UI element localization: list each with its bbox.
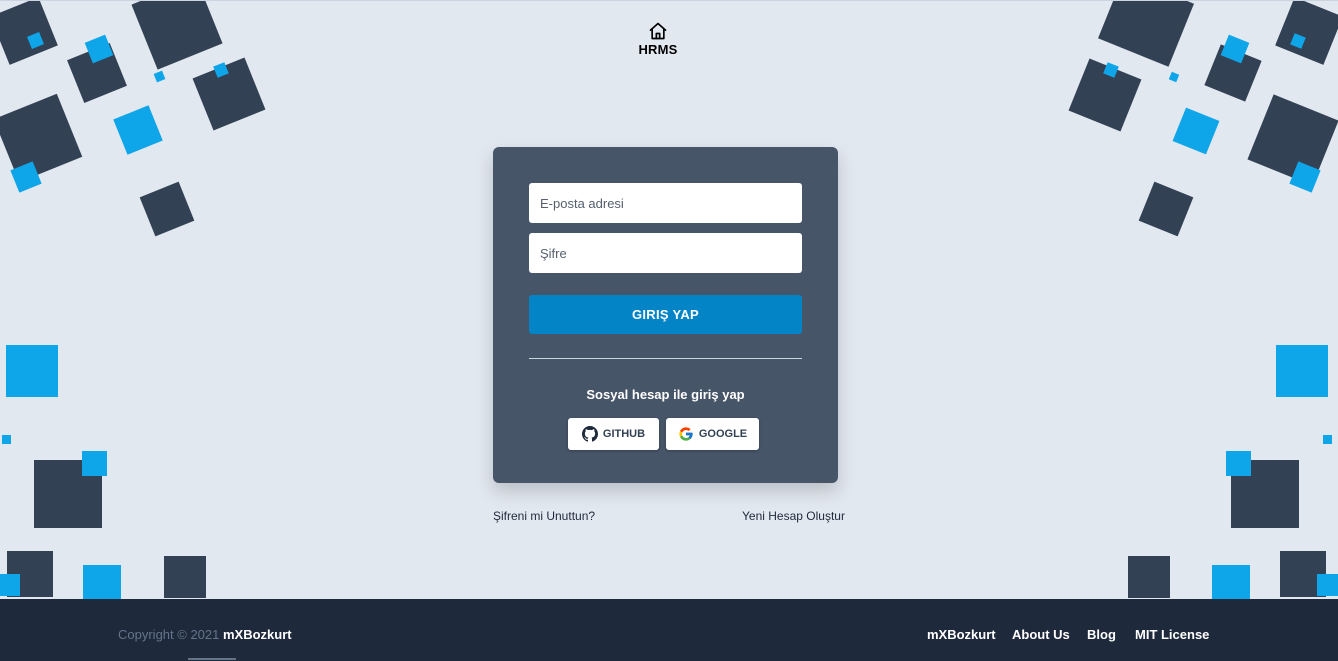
decor-square — [84, 34, 114, 64]
decor-square — [153, 70, 166, 83]
decor-square — [2, 435, 11, 444]
login-page: HRMS GIRIŞ YAP Sosyal hesap ile giriş ya… — [0, 0, 1338, 599]
brand-header[interactable]: HRMS — [619, 21, 697, 57]
password-input[interactable] — [529, 233, 802, 273]
footer-underline — [188, 658, 236, 660]
copyright-owner-link[interactable]: mXBozkurt — [223, 627, 292, 642]
footer: Copyright © 2021 mXBozkurt mXBozkurt Abo… — [0, 599, 1338, 661]
decor-square — [7, 551, 53, 597]
app-name: HRMS — [638, 42, 678, 57]
decor-square — [1247, 94, 1338, 186]
decor-square — [1128, 556, 1170, 598]
footer-link-about-us[interactable]: About Us — [1012, 627, 1070, 642]
decor-square — [192, 57, 266, 131]
decor-square — [67, 43, 127, 103]
decor-square — [1168, 71, 1180, 83]
decor-square — [1103, 62, 1119, 78]
decor-square — [1317, 574, 1338, 596]
decor-square — [83, 565, 121, 599]
decor-square — [1275, 1, 1338, 65]
decor-square — [1226, 451, 1251, 476]
decor-square — [1289, 161, 1321, 193]
decor-square — [1290, 33, 1306, 49]
divider — [529, 358, 802, 359]
decor-square — [1220, 34, 1250, 64]
footer-link-mit-license[interactable]: MIT License — [1135, 627, 1209, 642]
decor-square — [0, 1, 58, 65]
decor-square — [1212, 565, 1250, 599]
email-input[interactable] — [529, 183, 802, 223]
footer-link-mxbozkurt[interactable]: mXBozkurt — [927, 627, 996, 642]
home-icon — [649, 22, 667, 40]
decor-square — [164, 556, 206, 598]
decor-square — [1231, 460, 1299, 528]
forgot-password-link[interactable]: Şifreni mi Unuttun? — [493, 509, 595, 523]
decor-square — [0, 574, 20, 596]
decor-square — [1098, 1, 1194, 67]
decor-square — [1138, 181, 1194, 237]
create-account-link[interactable]: Yeni Hesap Oluştur — [742, 509, 845, 523]
decor-square — [0, 93, 83, 183]
footer-link-blog[interactable]: Blog — [1087, 627, 1116, 642]
decor-square — [6, 345, 58, 397]
decor-square — [1204, 44, 1262, 102]
decor-square — [113, 105, 163, 155]
decor-square — [1280, 551, 1326, 597]
decor-square — [139, 181, 195, 237]
google-login-button[interactable]: GOOGLE — [666, 418, 759, 450]
decor-square — [1276, 345, 1328, 397]
decor-square — [1172, 107, 1220, 155]
github-label: GITHUB — [602, 428, 646, 440]
decor-square — [10, 161, 42, 193]
decor-square — [213, 62, 229, 78]
copyright-text: Copyright © 2021 — [118, 627, 220, 642]
decor-square — [34, 460, 102, 528]
github-login-button[interactable]: GITHUB — [568, 418, 659, 450]
decor-square — [1323, 435, 1332, 444]
decor-square — [1068, 58, 1142, 132]
copyright: Copyright © 2021 mXBozkurt — [118, 627, 292, 642]
decor-square — [27, 32, 44, 49]
decor-square — [131, 1, 223, 70]
google-label: GOOGLE — [698, 428, 748, 440]
google-icon — [679, 427, 693, 441]
login-button[interactable]: GIRIŞ YAP — [529, 295, 802, 334]
github-icon — [581, 426, 598, 442]
login-card: GIRIŞ YAP Sosyal hesap ile giriş yap GIT… — [493, 147, 838, 483]
social-login-title: Sosyal hesap ile giriş yap — [586, 387, 745, 402]
decor-square — [82, 451, 107, 476]
